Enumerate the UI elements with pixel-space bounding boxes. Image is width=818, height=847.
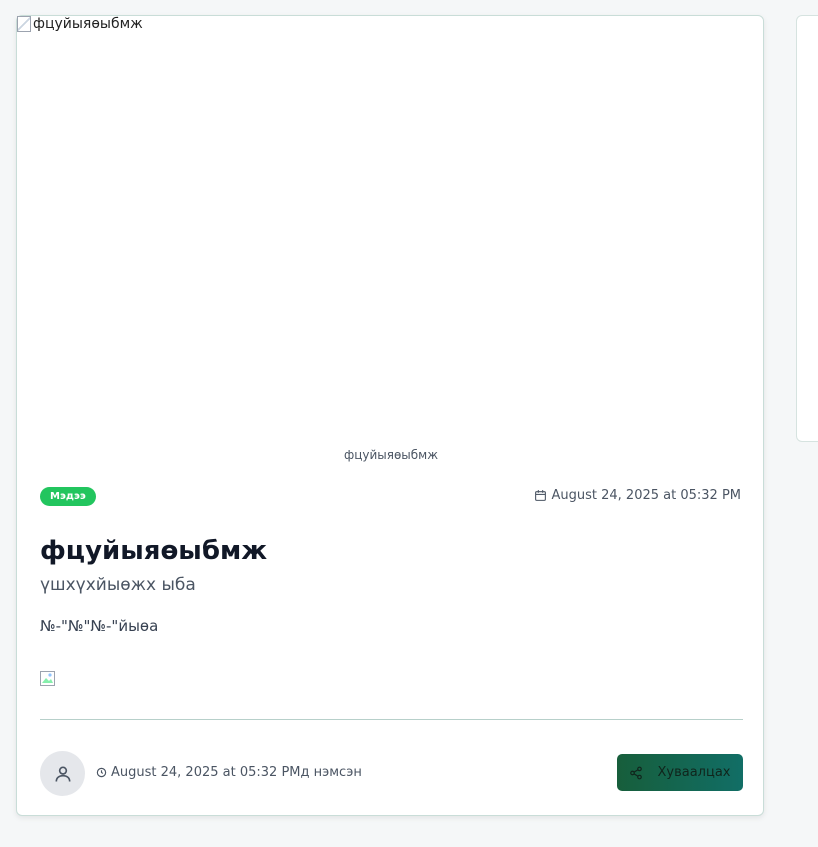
post-date-text: August 24, 2025 at 05:32 PM [551, 488, 742, 503]
added-info: August 24, 2025 at 05:32 PMд нэмсэн [96, 765, 362, 780]
clock-icon [96, 767, 107, 778]
category-badge: Мэдээ [40, 487, 96, 506]
post-footer: August 24, 2025 at 05:32 PMд нэмсэн Хува… [40, 751, 743, 797]
share-button[interactable]: Хуваалцах [617, 754, 743, 791]
share-label: Хуваалцах [657, 765, 731, 780]
avatar [40, 751, 85, 796]
hero-image: фцуйыяөыбмж [17, 16, 765, 436]
user-icon [55, 766, 70, 782]
post-body: №-"№"№-"йыөа [40, 617, 159, 635]
hero-caption: фцуйыяөыбмж [343, 448, 439, 462]
share-icon [630, 766, 643, 779]
hero-alt-text: фцуйыяөыбмж [33, 16, 143, 32]
post-subtitle: үшхүхйыөжх ыба [40, 575, 196, 595]
post-card: фцуйыяөыбмж фцуйыяөыбмж Мэдээ August 24,… [16, 15, 764, 816]
calendar-icon [534, 490, 546, 501]
broken-image-icon [17, 16, 31, 32]
added-text: August 24, 2025 at 05:32 PMд нэмсэн [111, 765, 362, 780]
hero-image-alt: фцуйыяөыбмж [17, 16, 143, 32]
broken-image-icon [40, 671, 55, 686]
divider [40, 719, 743, 720]
post-date: August 24, 2025 at 05:32 PM [534, 488, 742, 503]
side-card [796, 15, 818, 442]
post-title: фцуйыяөыбмж [40, 536, 268, 566]
